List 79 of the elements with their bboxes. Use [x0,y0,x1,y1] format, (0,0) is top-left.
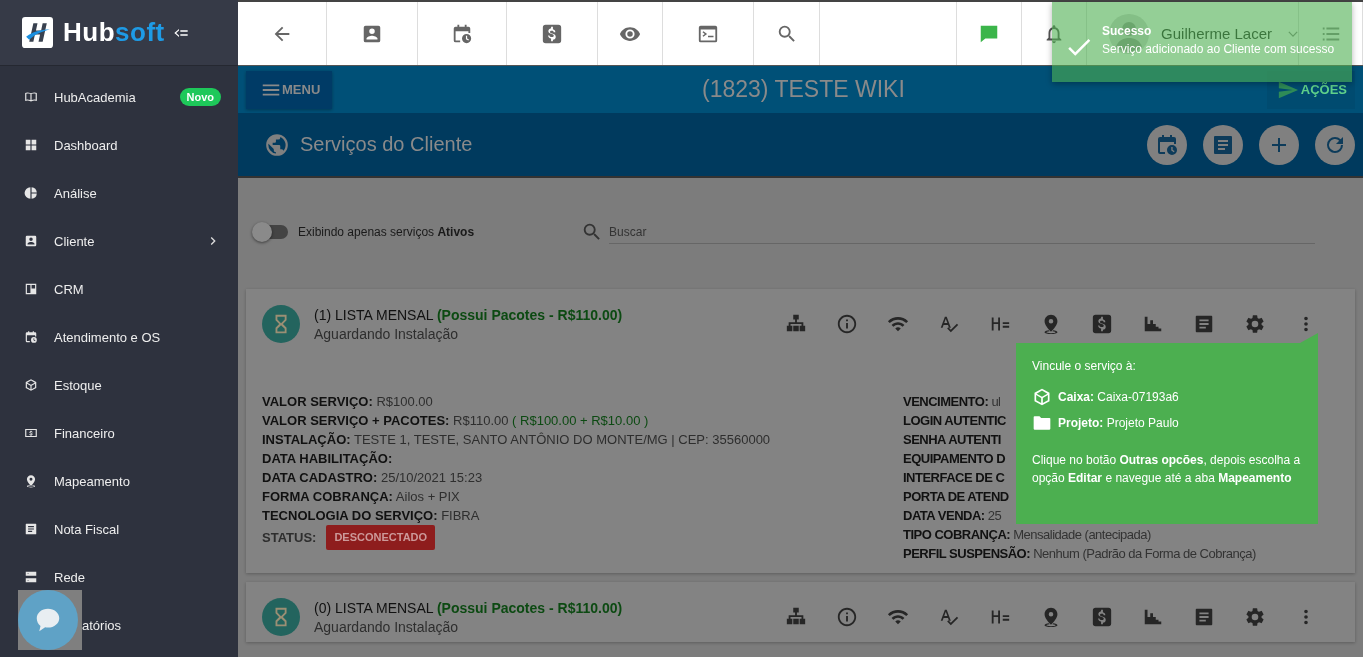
service-title: (0) LISTA MENSAL (Possui Pacotes - R$110.00) [314,599,623,616]
cube-icon [24,378,38,392]
server-icon [24,570,38,584]
field-line: VENCIMENTO: ul [903,393,1001,411]
field-line: EQUIPAMENTO D [903,450,1006,468]
sidebar-item[interactable]: atórios [0,601,238,649]
field-line: INSTALAÇÃO: TESTE 1, TESTE, SANTO ANTÔNIO DO MONTE/MG | CEP: 35560000 [262,431,771,449]
field-line: LOGIN AUTENTIC [903,412,1006,430]
logo-icon [22,17,53,48]
globe-icon [264,131,290,158]
add-button[interactable] [1259,124,1299,165]
field-line: FORMA COBRANÇA: Ailos + PIX [262,488,460,506]
actions-button[interactable]: AÇÕES [1266,70,1355,109]
calendar-clock-icon [24,330,38,344]
info-icon[interactable] [836,606,858,628]
sidebar-item[interactable]: CRM [0,265,238,313]
document-icon [24,522,38,536]
active-toggle[interactable] [254,225,288,239]
board-icon [24,282,38,296]
info-icon[interactable] [836,313,858,335]
field-line: INTERFACE DE C [903,469,1005,487]
status-label: STATUS: [262,529,317,547]
sidebar-item[interactable]: Dashboard [0,121,238,169]
status-badge: DESCONECTADO [326,525,436,550]
chat-button[interactable] [18,590,82,650]
field-line: VALOR SERVIÇO: R$100.00 [262,393,433,411]
logo-text: Hubsoft [63,17,165,48]
sidebar-item[interactable]: Mapeamento [0,457,238,505]
calendar-clock-icon[interactable] [451,22,473,45]
field-line: PORTA DE ATEND [903,488,1009,506]
dollar-icon[interactable] [541,22,563,45]
field-line: DATA HABILITAÇÃO: [262,450,393,468]
pie-chart-icon [24,186,38,200]
hourglass-icon [262,305,300,343]
calendar-clock-icon [1155,132,1179,157]
schedule-button[interactable] [1147,124,1187,165]
folder-icon [1032,413,1052,433]
cube-icon [1032,387,1052,407]
refresh-button[interactable] [1315,124,1355,165]
service-title: (1) LISTA MENSAL (Possui Pacotes - R$110.00) [314,306,623,323]
sidebar-item[interactable]: Rede [0,553,238,601]
field-line: PERFIL SUSPENSÃO: Nenhum (Padrão da Forma de Cobrança) [903,545,1256,563]
sidebar-item[interactable]: Estoque [0,361,238,409]
field-line: VALOR SERVIÇO + PACOTES: R$110.00 ( R$100.00 + R$10.00 ) [262,412,649,430]
filter-label: Exibindo apenas serviços Ativos [298,225,475,239]
note-icon[interactable] [1193,313,1215,335]
new-badge: Novo [179,88,221,106]
toast-title: Sucesso [1102,23,1152,40]
field-line: SENHA AUTENTI [903,431,1001,449]
sidebar-item[interactable]: Nota Fiscal [0,505,238,553]
contact-card-icon [24,234,38,248]
client-title: (1823) TESTE WIKI [702,76,905,103]
popover-hint: Clique no botão Outras opcões, depois escolha a opção Editar e navegue até a aba Mapeamento [1032,452,1302,487]
settings-icon[interactable] [1244,606,1266,628]
toast-message: Serviço adicionado ao Cliente com sucesso [1102,41,1335,58]
service-status: Aguardando Instalação [314,618,459,635]
sidebar-item[interactable]: Financeiro [0,409,238,457]
dollar-icon[interactable] [1091,606,1113,628]
sidebar-item[interactable]: Cliente [0,217,238,265]
search-field[interactable]: Buscar [609,220,1316,244]
sidebar-item[interactable]: Atendimento e OS [0,313,238,361]
field-line: DATA CADASTRO: 25/10/2021 15:23 [262,469,483,487]
field-line: TECNOLOGIA DO SERVIÇO: FIBRA [262,507,480,525]
field-line: DATA VENDA: 25 [903,507,1002,525]
dollar-icon[interactable] [1091,313,1113,335]
field-line: TIPO COBRANÇA: Mensalidade (antecipada) [903,526,1151,544]
service-status: Aguardando Instalação [314,325,459,342]
section-title: Serviços do Cliente [300,133,473,156]
popover-heading: Vincule o serviço à: [1032,359,1137,373]
hourglass-icon [262,598,300,636]
book-icon [24,90,38,104]
grid-icon [24,138,38,152]
note-icon[interactable] [1193,606,1215,628]
sidebar-item[interactable]: Análise [0,169,238,217]
settings-icon[interactable] [1244,313,1266,335]
sidebar-item[interactable]: HubAcademia Novo [0,73,238,121]
map-pin-icon [24,474,38,488]
notes-button[interactable] [1203,124,1243,165]
banknote-icon [24,426,38,440]
